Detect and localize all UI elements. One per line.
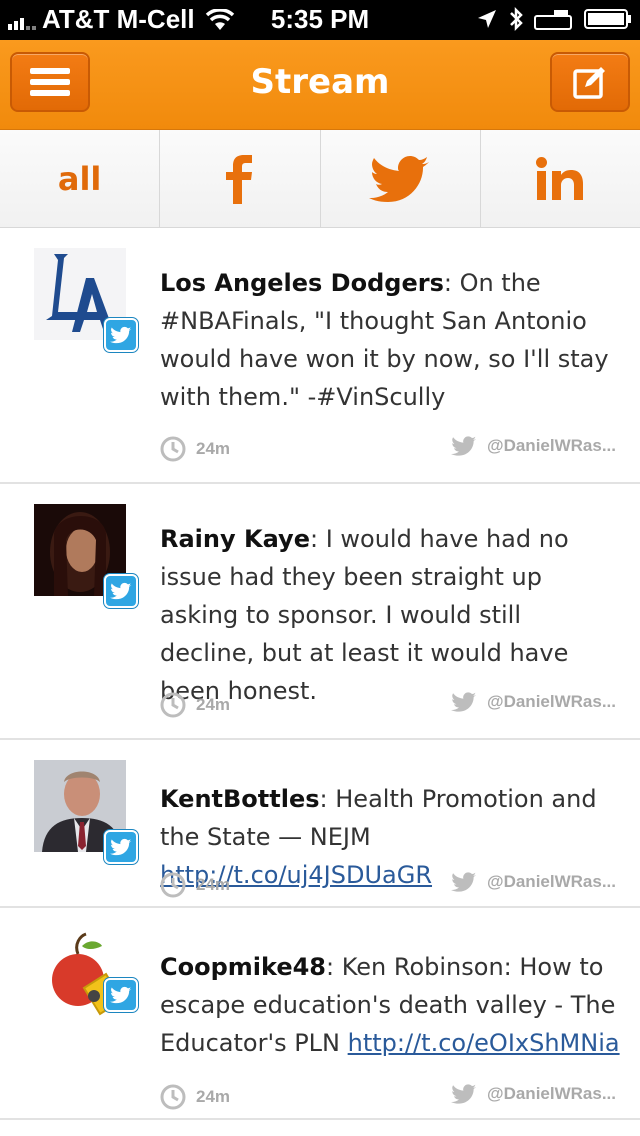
- facebook-icon: [225, 154, 252, 204]
- post-meta: 24m @DanielWRas...: [160, 1084, 616, 1114]
- menu-button[interactable]: [10, 52, 90, 112]
- battery-icon: [584, 9, 631, 29]
- post-meta: 24m @DanielWRas...: [160, 692, 616, 722]
- clock-icon: [160, 1084, 186, 1110]
- compose-icon: [573, 67, 605, 99]
- post-author[interactable]: Coopmike48: [160, 953, 326, 981]
- post-text: Los Angeles Dodgers: On the #NBAFinals, …: [160, 269, 609, 411]
- network-filter-tabs: all: [0, 130, 640, 228]
- twitter-bird-icon: [369, 155, 430, 202]
- linkedin-icon: [536, 156, 584, 200]
- post-link[interactable]: http://t.co/eOIxShMNia: [348, 1029, 620, 1057]
- status-right: [476, 6, 632, 32]
- post-author[interactable]: Los Angeles Dodgers: [160, 269, 444, 297]
- twitter-badge-icon: [104, 574, 138, 608]
- list-item[interactable]: Rainy Kaye: I would have had no issue ha…: [0, 484, 640, 740]
- post-account: @DanielWRas...: [487, 872, 616, 891]
- clock-icon: [160, 872, 186, 898]
- twitter-account-icon: [451, 1084, 477, 1104]
- list-item[interactable]: KentBottles: Health Promotion and the St…: [0, 740, 640, 908]
- list-item[interactable]: Los Angeles Dodgers: On the #NBAFinals, …: [0, 228, 640, 484]
- post-text: Rainy Kaye: I would have had no issue ha…: [160, 525, 569, 705]
- post-meta: 24m @DanielWRas...: [160, 872, 616, 902]
- tab-facebook[interactable]: [160, 130, 321, 227]
- post-author[interactable]: Rainy Kaye: [160, 525, 310, 553]
- post-time: 24m: [196, 1087, 231, 1106]
- twitter-badge-icon: [104, 318, 138, 352]
- tab-twitter[interactable]: [320, 130, 481, 227]
- tab-all[interactable]: all: [0, 130, 161, 227]
- compose-button[interactable]: [550, 52, 630, 112]
- twitter-badge-icon: [104, 978, 138, 1012]
- bluetooth-icon: [510, 6, 523, 32]
- post-time: 24m: [196, 695, 231, 714]
- post-time: 24m: [196, 439, 231, 458]
- post-author[interactable]: KentBottles: [160, 785, 320, 813]
- post-meta: 24m @DanielWRas...: [160, 436, 616, 466]
- twitter-badge-icon: [104, 830, 138, 864]
- alarm-icon: [534, 10, 572, 30]
- post-time: 24m: [196, 875, 231, 894]
- list-item[interactable]: Coopmike48: Ken Robinson: How to escape …: [0, 908, 640, 1120]
- clock-icon: [160, 692, 186, 718]
- post-account: @DanielWRas...: [487, 436, 616, 455]
- twitter-account-icon: [451, 692, 477, 712]
- post-text: Coopmike48: Ken Robinson: How to escape …: [160, 953, 620, 1057]
- clock-icon: [160, 436, 186, 462]
- status-bar: AT&T M-Cell 5:35 PM: [0, 0, 640, 40]
- post-account: @DanielWRas...: [487, 1084, 616, 1103]
- twitter-account-icon: [451, 436, 477, 456]
- navbar: Stream: [0, 40, 640, 130]
- location-icon: [478, 10, 496, 28]
- tab-linkedin[interactable]: [480, 130, 640, 227]
- page-title: Stream: [250, 62, 390, 102]
- tab-all-label: all: [57, 159, 102, 198]
- twitter-account-icon: [451, 872, 477, 892]
- post-account: @DanielWRas...: [487, 692, 616, 711]
- stream-feed: Los Angeles Dodgers: On the #NBAFinals, …: [0, 228, 640, 1120]
- hamburger-icon: [30, 68, 70, 96]
